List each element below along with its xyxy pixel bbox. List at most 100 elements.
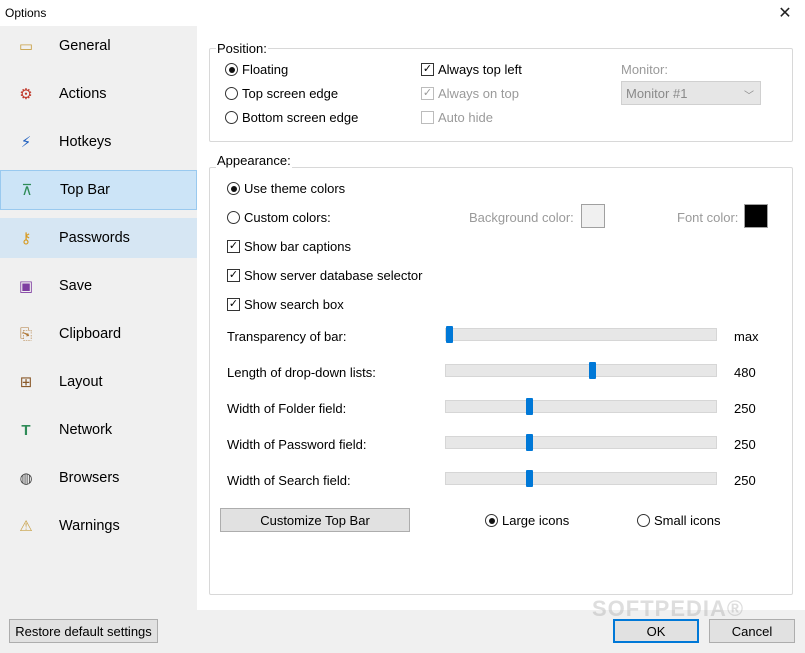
monitor-label: Monitor: [621,62,668,77]
dropdown-length-label: Length of drop-down lists: [227,365,376,380]
sidebar-item-label: Network [59,422,113,438]
checkbox-box [421,111,434,124]
small-icons-label: Small icons [654,513,721,528]
theme-colors-radio[interactable]: Use theme colors [227,181,345,196]
slider-thumb[interactable] [446,326,453,343]
sidebar-item-label: Save [59,278,93,294]
gear-icon: ⚙ [19,86,33,103]
show-bar-captions-label: Show bar captions [244,239,351,254]
custom-colors-label: Custom colors: [244,210,331,225]
transparency-value: max [734,329,759,344]
background-color-swatch[interactable] [581,204,605,228]
password-width-slider[interactable] [445,434,717,451]
radio-dot [637,514,650,527]
radio-dot [225,87,238,100]
floating-radio[interactable]: Floating [225,62,288,77]
sidebar-item-warnings[interactable]: ⚠ Warnings [0,506,197,546]
monitor-value: Monitor #1 [626,85,688,101]
radio-dot [225,63,238,76]
custom-colors-radio[interactable]: Custom colors: [227,210,331,225]
slider-thumb[interactable] [526,398,533,415]
ok-button[interactable]: OK [613,619,699,643]
customize-top-bar-button[interactable]: Customize Top Bar [220,508,410,532]
small-icons-radio[interactable]: Small icons [637,513,720,528]
folder-width-slider[interactable] [445,398,717,415]
cancel-button[interactable]: Cancel [709,619,795,643]
floating-label: Floating [242,62,289,77]
sidebar-item-label: Clipboard [59,326,122,342]
key-icon: ⚷ [20,230,32,247]
font-color-swatch[interactable] [744,204,768,228]
sidebar-item-network[interactable]: T Network [0,410,197,450]
dropdown-length-value: 480 [734,365,756,380]
password-width-value: 250 [734,437,756,452]
sidebar-item-label: Warnings [59,518,120,534]
folder-width-label: Width of Folder field: [227,401,347,416]
sidebar-item-label: General [59,38,111,54]
search-width-label: Width of Search field: [227,473,351,488]
sidebar-item-browsers[interactable]: ◍ Browsers [0,458,197,498]
theme-colors-label: Use theme colors [244,181,346,196]
checkmark-icon: ✓ [227,269,240,282]
transparency-label: Transparency of bar: [227,329,347,344]
always-top-left-checkbox[interactable]: ✓ Always top left [421,62,522,77]
monitor-select[interactable]: Monitor #1 ﹀ [621,81,761,105]
show-search-box-checkbox[interactable]: ✓ Show search box [227,297,344,312]
radio-dot [485,514,498,527]
folder-width-value: 250 [734,401,756,416]
sidebar-item-actions[interactable]: ⚙ Actions [0,74,197,114]
sidebar-item-layout[interactable]: ⊞ Layout [0,362,197,402]
window-title: Options [5,6,47,20]
password-width-label: Width of Password field: [227,437,367,452]
always-on-top-checkbox[interactable]: ✓ Always on top [421,86,519,101]
always-top-left-label: Always top left [438,62,522,77]
save-icon: ▣ [18,278,34,295]
dropdown-length-slider[interactable] [445,362,717,379]
hotkey-icon: ⚡ [20,134,32,151]
sidebar-item-label: Layout [59,374,103,390]
radio-dot [225,111,238,124]
sidebar-item-top-bar[interactable]: ⊼ Top Bar [0,170,197,210]
close-icon[interactable]: ✕ [765,0,805,26]
checkmark-icon: ✓ [227,240,240,253]
auto-hide-checkbox[interactable]: Auto hide [421,110,493,125]
font-color-label: Font color: [677,210,739,225]
appearance-legend: Appearance: [216,153,292,168]
slider-thumb[interactable] [526,434,533,451]
sidebar-item-label: Actions [59,86,107,102]
large-icons-label: Large icons [502,513,570,528]
chevron-down-icon: ﹀ [744,91,754,102]
transparency-slider[interactable] [445,326,717,343]
slider-thumb[interactable] [526,470,533,487]
search-width-value: 250 [734,473,756,488]
show-db-selector-checkbox[interactable]: ✓ Show server database selector [227,268,422,283]
large-icons-radio[interactable]: Large icons [485,513,569,528]
checkmark-icon: ✓ [421,87,434,100]
checkmark-icon: ✓ [421,63,434,76]
clipboard-icon: ⎘ [19,325,32,343]
auto-hide-label: Auto hide [438,110,493,125]
slider-thumb[interactable] [589,362,596,379]
top-edge-label: Top screen edge [242,86,339,101]
search-width-slider[interactable] [445,470,717,487]
topbar-icon: ⊼ [21,182,33,199]
show-bar-captions-checkbox[interactable]: ✓ Show bar captions [227,239,351,254]
sidebar-item-label: Hotkeys [59,134,112,150]
bottom-edge-radio[interactable]: Bottom screen edge [225,110,358,125]
restore-defaults-button[interactable]: Restore default settings [9,619,158,643]
show-search-box-label: Show search box [244,297,344,312]
sidebar-item-general[interactable]: ▭ General [0,26,197,66]
sidebar-item-label: Top Bar [60,182,110,198]
sidebar-item-save[interactable]: ▣ Save [0,266,197,306]
layout-icon: ⊞ [19,374,33,391]
sidebar-item-hotkeys[interactable]: ⚡ Hotkeys [0,122,197,162]
network-icon: T [21,421,31,439]
folder-icon: ▭ [18,38,34,55]
always-on-top-label: Always on top [438,86,519,101]
sidebar-item-passwords[interactable]: ⚷ Passwords [0,218,197,258]
position-legend: Position: [216,41,268,56]
sidebar-item-clipboard[interactable]: ⎘ Clipboard [0,314,197,354]
show-db-selector-label: Show server database selector [244,268,423,283]
top-edge-radio[interactable]: Top screen edge [225,86,338,101]
options-panel: Position: Floating Top screen edge Botto… [197,26,805,610]
